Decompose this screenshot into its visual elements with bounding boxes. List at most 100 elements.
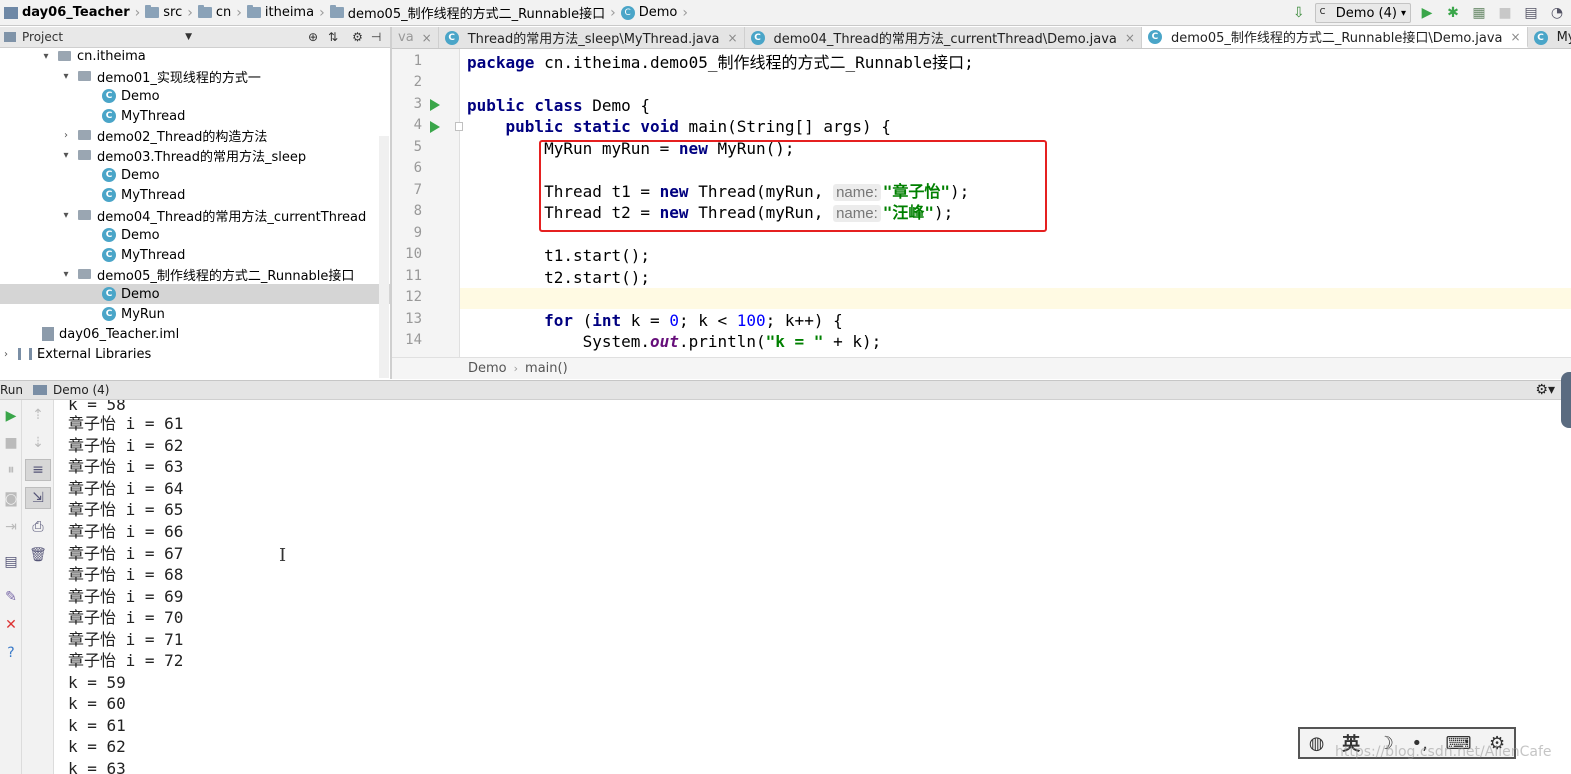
run-class-icon[interactable]	[430, 99, 440, 111]
run-tab[interactable]: Demo (4)	[27, 383, 115, 397]
locate-icon[interactable]: ⊕	[308, 30, 318, 44]
dump-threads-icon[interactable]: ◙	[0, 489, 22, 509]
close-icon[interactable]: ×	[1125, 31, 1135, 45]
project-panel-header: Project ▼ ⊕ ⇅ ⚙ ⊣	[0, 27, 390, 48]
tree-item-demo04[interactable]: ▾ demo04_Thread的常用方法_currentThread	[0, 205, 390, 225]
chevron-down-icon[interactable]: ▾	[60, 269, 72, 280]
collapse-all-icon[interactable]: ⇅	[328, 30, 338, 44]
print-icon[interactable]: ⎙	[25, 516, 51, 538]
breadcrumb-itheima[interactable]: itheima	[243, 0, 318, 26]
close-icon[interactable]: ×	[727, 31, 737, 45]
search-everywhere-icon[interactable]: ◔	[1547, 3, 1567, 23]
current-line-highlight	[460, 288, 1571, 309]
code-line-1: package cn.itheima.demo05_制作线程的方式二_Runna…	[467, 53, 974, 72]
tree-scrollbar[interactable]	[379, 136, 389, 378]
chevron-down-icon[interactable]: ▾	[60, 71, 72, 82]
breadcrumb-demo-class[interactable]: C Demo	[617, 0, 682, 26]
breadcrumb-cn[interactable]: cn	[194, 0, 235, 26]
tree-item-demo04-demo[interactable]: C Demo	[0, 225, 390, 245]
tree-item-demo05-demo[interactable]: C Demo	[0, 284, 390, 304]
stop-icon[interactable]: ■	[1495, 3, 1515, 23]
gear-icon[interactable]: ⚙	[352, 30, 363, 44]
coverage-icon[interactable]: ▦	[1469, 3, 1489, 23]
stop-icon[interactable]: ■	[0, 433, 22, 453]
breadcrumb-src[interactable]: src	[141, 0, 186, 26]
chevron-down-icon[interactable]: ▾	[40, 51, 52, 62]
tab-overflow[interactable]: va ×	[392, 27, 439, 48]
tab-mythread-sleep[interactable]: C Thread的常用方法_sleep\MyThread.java ×	[439, 27, 745, 48]
run-configuration-select[interactable]: C Demo (4) ▾	[1314, 3, 1411, 23]
close-icon[interactable]: ✕	[0, 615, 22, 635]
tree-item-demo03-mythread[interactable]: C MyThread	[0, 185, 390, 205]
code-line-11: t2.start();	[467, 268, 651, 287]
arrow-up-icon[interactable]: ⇡	[25, 404, 51, 426]
pin-icon[interactable]: ✎	[0, 587, 22, 607]
breadcrumb-class[interactable]: Demo	[468, 361, 507, 376]
console-output[interactable]: k = 58 章子怡 i = 61 章子怡 i = 62 章子怡 i = 63 …	[54, 400, 1571, 774]
line-number: 7	[413, 182, 422, 198]
help-icon[interactable]: ?	[0, 643, 22, 663]
tab-demo04[interactable]: C demo04_Thread的常用方法_currentThread\Demo.…	[745, 27, 1142, 48]
line-number: 2	[413, 74, 422, 90]
tree-item-demo05[interactable]: ▾ demo05_制作线程的方式二_Runnable接口	[0, 264, 390, 284]
side-panel-handle[interactable]	[1561, 372, 1571, 428]
tree-item-demo01-demo[interactable]: C Demo	[0, 86, 390, 106]
breadcrumb-demo05[interactable]: demo05_制作线程的方式二_Runnable接口	[326, 0, 609, 26]
run-main-icon[interactable]	[430, 121, 440, 133]
chevron-down-icon[interactable]: ▾	[60, 150, 72, 161]
chevron-right-icon[interactable]: ›	[60, 130, 72, 141]
build-icon[interactable]: ⇩	[1289, 3, 1309, 23]
tab-myrun[interactable]: C MyRun.java	[1528, 27, 1571, 48]
tree-item-cn-itheima[interactable]: ▾ cn.itheima	[0, 48, 390, 66]
project-icon	[4, 6, 18, 19]
console-line: 章子怡 i = 63	[68, 457, 184, 476]
package-icon	[58, 51, 71, 61]
project-view-select[interactable]: Project	[22, 30, 63, 44]
console-line: k = 61	[68, 716, 126, 735]
exit-icon[interactable]: ⇥	[0, 517, 22, 537]
trash-icon[interactable]: 🗑	[25, 544, 51, 566]
breadcrumb-project[interactable]: day06_Teacher	[0, 0, 134, 26]
class-icon: C	[444, 30, 459, 45]
folder-icon	[145, 5, 160, 18]
code-editor[interactable]: 1 2 3 4 5 6 7 8 9 10 11 12 13 14 package…	[392, 49, 1571, 357]
hide-panel-icon[interactable]: ⊣	[371, 30, 381, 44]
rerun-icon[interactable]: ▶	[0, 406, 22, 426]
tree-item-external-libraries[interactable]: › External Libraries	[0, 344, 390, 364]
class-icon: C	[102, 89, 116, 103]
chevron-down-icon: ▾	[1400, 7, 1406, 19]
tree-item-iml[interactable]: day06_Teacher.iml	[0, 324, 390, 344]
close-icon[interactable]: ×	[422, 31, 432, 45]
class-icon: C	[1533, 30, 1548, 45]
run-icon[interactable]: ▶	[1417, 3, 1437, 23]
fold-marker-icon[interactable]	[455, 122, 463, 131]
tab-demo05-active[interactable]: C demo05_制作线程的方式二_Runnable接口\Demo.java ×	[1141, 27, 1528, 48]
tree-item-demo05-myrun[interactable]: C MyRun	[0, 304, 390, 324]
arrow-down-icon[interactable]: ⇣	[25, 432, 51, 454]
tree-item-demo04-mythread[interactable]: C MyThread	[0, 245, 390, 265]
tree-item-demo01-mythread[interactable]: C MyThread	[0, 106, 390, 126]
class-icon: C	[1319, 7, 1326, 16]
tree-item-demo03-demo[interactable]: C Demo	[0, 165, 390, 185]
debug-icon[interactable]: ✱	[1443, 3, 1463, 23]
chevron-down-icon[interactable]: ▼	[185, 32, 192, 42]
console-icon	[33, 385, 48, 395]
chevron-right-icon[interactable]: ›	[0, 349, 12, 360]
restore-layout-icon[interactable]: ▤	[0, 552, 22, 572]
project-structure-icon[interactable]: ▤	[1521, 3, 1541, 23]
ime-logo-icon[interactable]: ◍	[1309, 733, 1325, 754]
breadcrumb-method[interactable]: main()	[525, 361, 568, 376]
tree-item-demo03[interactable]: ▾ demo03.Thread的常用方法_sleep	[0, 145, 390, 165]
gear-icon[interactable]: ⚙▾	[1535, 382, 1555, 398]
package-icon	[78, 130, 91, 140]
code-line-4: public static void main(String[] args) {	[505, 117, 891, 136]
close-icon[interactable]: ×	[1511, 30, 1521, 44]
tree-item-demo02[interactable]: › demo02_Thread的构造方法	[0, 125, 390, 145]
tree-item-demo01[interactable]: ▾ demo01_实现线程的方式一	[0, 66, 390, 86]
pause-icon[interactable]: ⏸	[0, 460, 22, 480]
scroll-to-end-icon[interactable]: ⇲	[25, 487, 51, 509]
chevron-down-icon[interactable]: ▾	[60, 210, 72, 221]
code-line-10: t1.start();	[467, 246, 651, 265]
line-number: 4	[413, 117, 422, 133]
soft-wrap-icon[interactable]: ≡	[25, 459, 51, 481]
